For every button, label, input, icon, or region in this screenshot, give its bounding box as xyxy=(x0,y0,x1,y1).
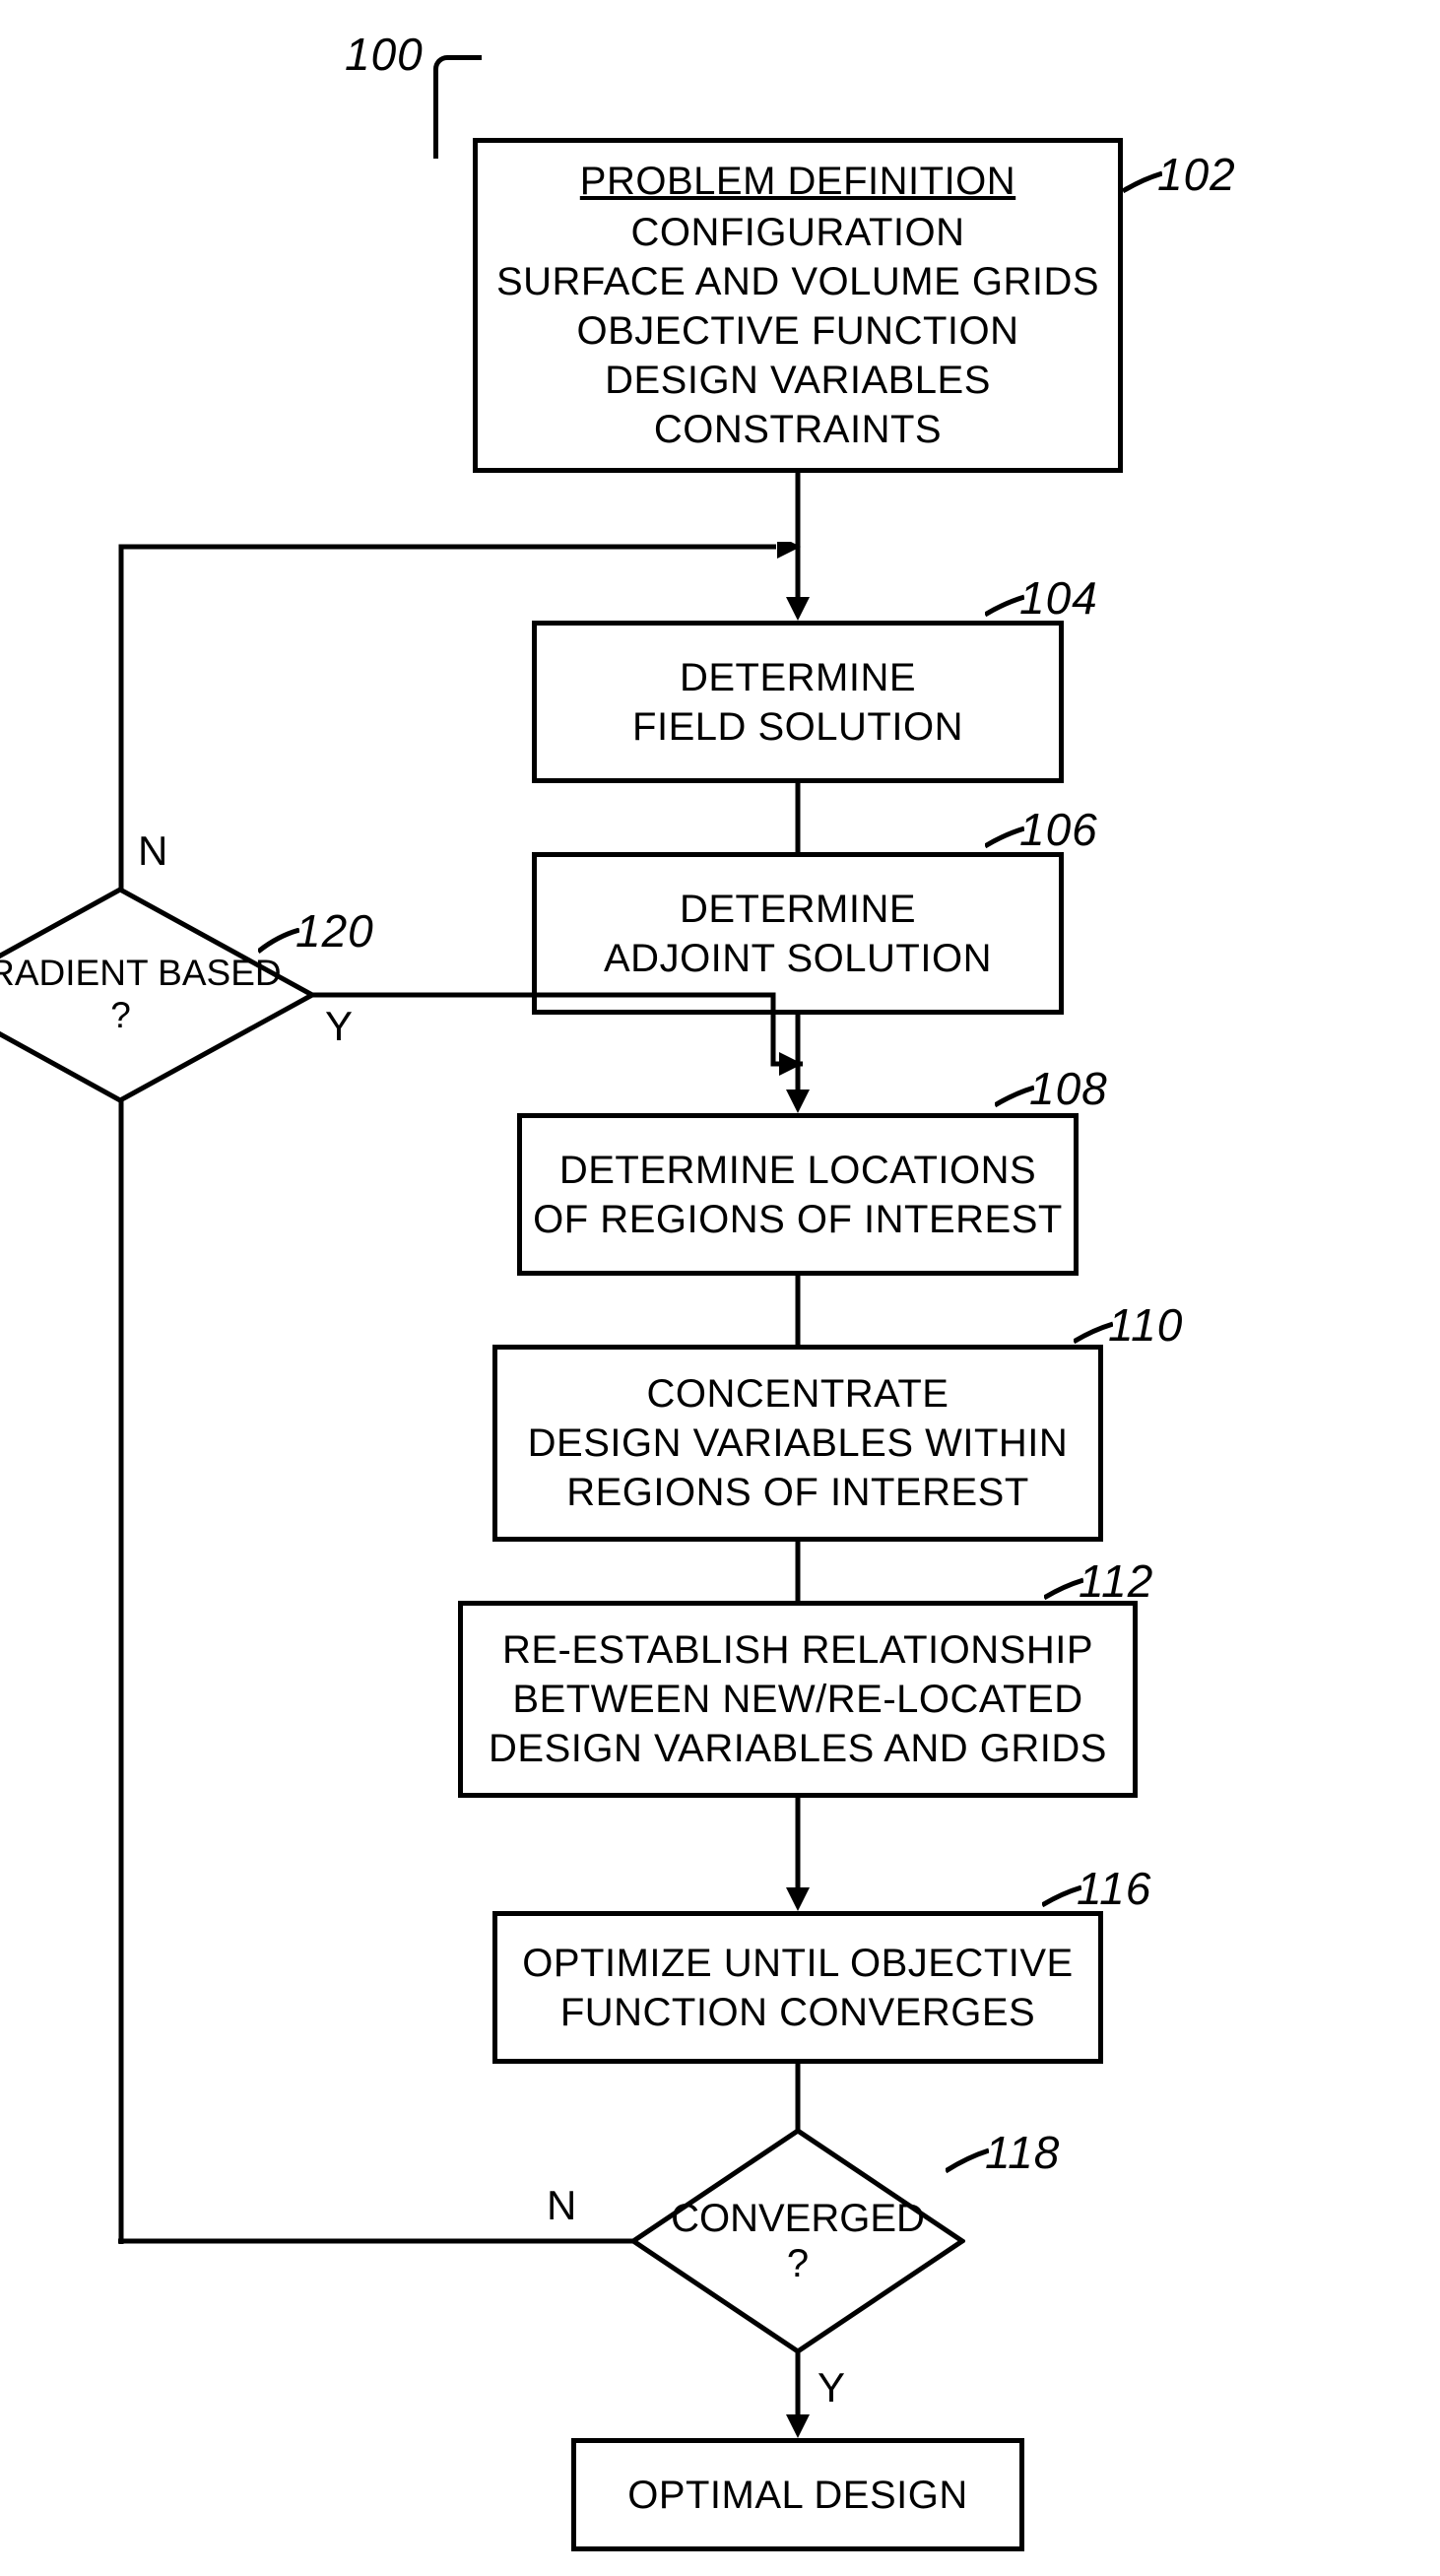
box-108-line: OF REGIONS OF INTEREST xyxy=(533,1195,1063,1244)
box-106-line: DETERMINE xyxy=(680,885,916,934)
box-102: PROBLEM DEFINITION CONFIGURATION SURFACE… xyxy=(473,138,1123,473)
box-102-line: DESIGN VARIABLES xyxy=(605,356,991,405)
box-102-line: CONSTRAINTS xyxy=(654,405,942,454)
yn-120-y: Y xyxy=(325,1003,353,1050)
yn-118-y: Y xyxy=(818,2364,845,2411)
leader-108 xyxy=(995,1084,1034,1113)
leader-112 xyxy=(1044,1576,1083,1606)
box-110-line: REGIONS OF INTEREST xyxy=(566,1468,1029,1517)
label-102: 102 xyxy=(1157,148,1236,201)
box-102-title: PROBLEM DEFINITION xyxy=(580,157,1015,206)
diamond-120-line: ? xyxy=(110,995,131,1037)
box-final-line: OPTIMAL DESIGN xyxy=(627,2471,968,2520)
box-102-line: OBJECTIVE FUNCTION xyxy=(576,306,1018,356)
box-110: CONCENTRATE DESIGN VARIABLES WITHIN REGI… xyxy=(492,1345,1103,1542)
box-102-line: SURFACE AND VOLUME GRIDS xyxy=(496,257,1099,306)
diamond-120-line: GRADIENT BASED xyxy=(0,953,282,995)
conn-118-left xyxy=(118,2236,635,2246)
conn-118-final xyxy=(783,2351,813,2438)
box-112-line: RE-ESTABLISH RELATIONSHIP xyxy=(502,1625,1093,1675)
conn-120-y xyxy=(312,990,803,1148)
box-112-line: BETWEEN NEW/RE-LOCATED xyxy=(512,1675,1082,1724)
box-112: RE-ESTABLISH RELATIONSHIP BETWEEN NEW/RE… xyxy=(458,1601,1138,1798)
yn-118-n: N xyxy=(547,2182,576,2229)
leader-118 xyxy=(946,2147,989,2177)
diamond-120: GRADIENT BASED ? xyxy=(0,887,315,1103)
leader-110 xyxy=(1074,1320,1113,1350)
diamond-118-line: ? xyxy=(787,2241,809,2286)
box-108-line: DETERMINE LOCATIONS xyxy=(559,1146,1036,1195)
yn-120-n: N xyxy=(138,827,167,875)
flowchart-canvas: 100 PROBLEM DEFINITION CONFIGURATION SUR… xyxy=(0,0,1440,2576)
diamond-118-line: CONVERGED xyxy=(671,2196,925,2241)
conn-116-118 xyxy=(783,2064,813,2138)
label-120: 120 xyxy=(295,904,374,958)
conn-feedback-vert-lower xyxy=(116,1098,126,2244)
label-104: 104 xyxy=(1019,571,1098,625)
conn-110-112 xyxy=(783,1542,813,1601)
leader-102 xyxy=(1123,169,1162,199)
leader-104 xyxy=(985,593,1024,623)
box-110-line: DESIGN VARIABLES WITHIN xyxy=(528,1419,1069,1468)
diamond-118: CONVERGED ? xyxy=(630,2128,965,2354)
box-116: OPTIMIZE UNTIL OBJECTIVE FUNCTION CONVER… xyxy=(492,1911,1103,2064)
conn-120-n xyxy=(116,542,806,892)
box-110-line: CONCENTRATE xyxy=(647,1369,949,1419)
box-116-line: FUNCTION CONVERGES xyxy=(560,1988,1035,2037)
box-final: OPTIMAL DESIGN xyxy=(571,2438,1024,2551)
box-102-line: CONFIGURATION xyxy=(630,208,964,257)
label-108: 108 xyxy=(1029,1062,1108,1115)
box-116-line: OPTIMIZE UNTIL OBJECTIVE xyxy=(522,1939,1073,1988)
figure-label: 100 xyxy=(345,28,424,81)
conn-108-110 xyxy=(783,1276,813,1345)
label-106: 106 xyxy=(1019,803,1098,856)
box-112-line: DESIGN VARIABLES AND GRIDS xyxy=(489,1724,1107,1773)
leader-120 xyxy=(258,928,299,956)
label-112: 112 xyxy=(1079,1554,1153,1608)
label-110: 110 xyxy=(1108,1298,1183,1352)
label-116: 116 xyxy=(1077,1862,1151,1915)
label-118: 118 xyxy=(985,2126,1060,2179)
conn-112-116 xyxy=(783,1798,813,1911)
leader-106 xyxy=(985,825,1024,854)
leader-116 xyxy=(1042,1883,1081,1913)
box-106-line: ADJOINT SOLUTION xyxy=(604,934,992,983)
